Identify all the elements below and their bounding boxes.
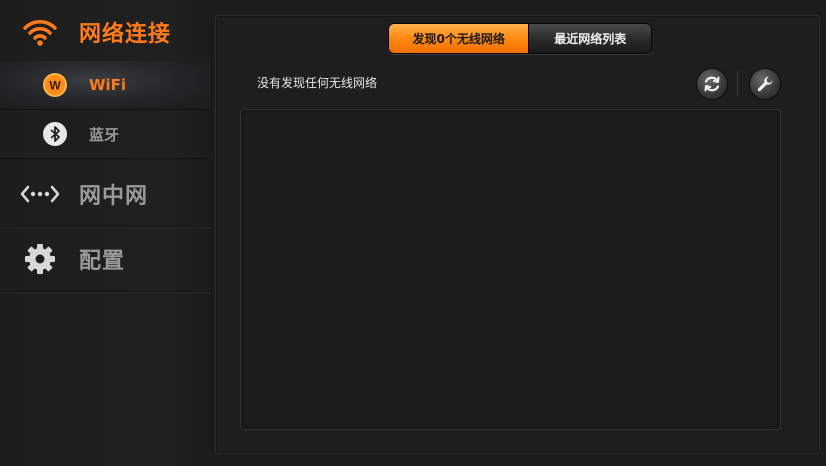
nav-settings[interactable]: 配置	[0, 227, 210, 292]
nav-mesh-network-label: 网中网	[79, 184, 149, 209]
tab-bar: 发现0个无线网络 最近网络列表	[388, 23, 652, 54]
sidebar: 网络连接 W WiFi 蓝牙 网中网 配置	[0, 0, 210, 466]
bluetooth-icon	[43, 122, 67, 146]
tab-recent-networks[interactable]: 最近网络列表	[528, 24, 651, 53]
gear-icon	[25, 244, 55, 274]
refresh-icon	[704, 76, 720, 92]
scan-status-text: 没有发现任何无线网络	[257, 76, 378, 90]
nav-mesh-network[interactable]: 网中网	[0, 162, 210, 227]
network-list-area[interactable]	[240, 109, 781, 430]
nav-bluetooth[interactable]: 蓝牙	[0, 110, 210, 159]
nav-settings-label: 配置	[79, 249, 126, 274]
tools-button[interactable]	[749, 68, 781, 100]
nav-network-connection-label: 网络连接	[79, 22, 172, 47]
wifi-signal-icon	[23, 20, 57, 46]
wrench-icon	[757, 76, 773, 92]
network-dots-icon	[20, 185, 60, 203]
nav-wifi-label: WiFi	[89, 76, 127, 94]
nav-wifi[interactable]: W WiFi	[0, 61, 210, 110]
tab-found-networks[interactable]: 发现0个无线网络	[389, 24, 529, 53]
wifi-badge-letter: W	[49, 79, 61, 93]
nav-network-connection[interactable]: 网络连接	[0, 0, 210, 65]
nav-bluetooth-label: 蓝牙	[89, 125, 120, 144]
refresh-button[interactable]	[696, 68, 728, 100]
wifi-badge-icon: W	[43, 73, 67, 97]
toolbar-separator	[737, 70, 738, 96]
